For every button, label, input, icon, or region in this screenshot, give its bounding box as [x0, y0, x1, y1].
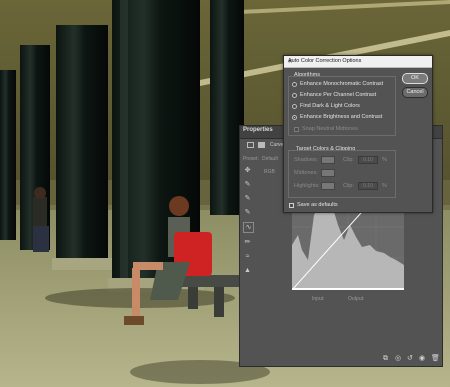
- pencil-icon[interactable]: ✏: [243, 238, 252, 247]
- delete-icon[interactable]: 🗑: [431, 355, 440, 362]
- snap-neutral-label[interactable]: Snap Neutral Midtones: [302, 126, 358, 132]
- clipping-icon[interactable]: ▲: [243, 266, 252, 275]
- properties-footer: ⧉ ◎ ↺ ◉ 🗑: [383, 355, 440, 362]
- close-icon[interactable]: ✕: [288, 58, 429, 67]
- radio-dark-light[interactable]: [292, 104, 297, 109]
- option-brightness-contrast-label[interactable]: Enhance Brightness and Contrast: [300, 114, 382, 120]
- save-defaults-label[interactable]: Save as defaults: [297, 202, 338, 208]
- reset-icon[interactable]: ↺: [407, 355, 414, 362]
- input-label: Input:: [312, 296, 325, 302]
- shadows-clip-unit: %: [382, 157, 387, 163]
- shadows-swatch[interactable]: [321, 156, 335, 164]
- view-previous-icon[interactable]: ◎: [395, 355, 402, 362]
- mask-icon[interactable]: [258, 142, 265, 148]
- white-point-eyedropper-icon[interactable]: ✎: [243, 208, 252, 217]
- black-point-eyedropper-icon[interactable]: ✎: [243, 180, 252, 189]
- option-dark-light-label[interactable]: Find Dark & Light Colors: [300, 103, 360, 109]
- output-label: Output:: [348, 296, 365, 302]
- save-defaults-checkbox[interactable]: [289, 203, 294, 208]
- snap-neutral-checkbox[interactable]: [294, 127, 299, 132]
- auto-color-correction-dialog: Auto Color Correction Options ✕ Algorith…: [283, 55, 433, 213]
- highlights-swatch[interactable]: [321, 182, 335, 190]
- preset-dropdown[interactable]: Default: [262, 156, 278, 162]
- shadows-label: Shadows:: [294, 157, 319, 163]
- visibility-icon[interactable]: ◉: [419, 355, 426, 362]
- option-monochromatic-label[interactable]: Enhance Monochromatic Contrast: [300, 81, 383, 87]
- cancel-button[interactable]: Cancel: [402, 87, 428, 98]
- smooth-icon[interactable]: ≈: [243, 252, 252, 261]
- adjustment-icon: [247, 142, 254, 148]
- highlights-clip-label: Clip:: [343, 183, 355, 189]
- gray-point-eyedropper-icon[interactable]: ✎: [243, 194, 252, 203]
- properties-title: Properties: [243, 127, 273, 133]
- highlights-label: Highlights:: [294, 183, 320, 189]
- option-per-channel-label[interactable]: Enhance Per Channel Contrast: [300, 92, 376, 98]
- curves-toolbar: ✥ ✎ ✎ ✎ ∿ ✏ ≈ ▲: [243, 166, 255, 280]
- dialog-titlebar[interactable]: Auto Color Correction Options ✕: [284, 56, 432, 68]
- shadows-clip-label: Clip:: [343, 157, 355, 163]
- channel-dropdown[interactable]: RGB: [264, 169, 275, 175]
- radio-per-channel[interactable]: [292, 93, 297, 98]
- midtones-swatch[interactable]: [321, 169, 335, 177]
- ok-button[interactable]: OK: [402, 73, 428, 84]
- preset-label: Preset:: [243, 156, 259, 162]
- shadows-clip-input[interactable]: 0.10: [358, 156, 378, 164]
- radio-brightness-contrast[interactable]: [292, 115, 297, 120]
- highlights-clip-input[interactable]: 0.10: [358, 182, 378, 190]
- clip-to-layer-icon[interactable]: ⧉: [383, 355, 390, 362]
- midtones-label: Midtones:: [294, 170, 318, 176]
- radio-monochromatic[interactable]: [292, 82, 297, 87]
- curve-points-icon[interactable]: ∿: [243, 222, 254, 233]
- highlights-clip-unit: %: [382, 183, 387, 189]
- on-image-adjust-icon[interactable]: ✥: [243, 166, 252, 175]
